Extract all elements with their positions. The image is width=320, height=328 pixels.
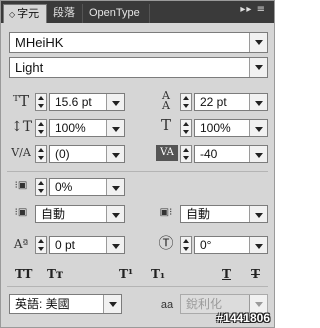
horizontal-scale-icon: T bbox=[160, 116, 171, 134]
divider bbox=[7, 286, 268, 287]
aki-right-select[interactable]: 自動 bbox=[180, 205, 268, 223]
small-caps-button[interactable]: Tт bbox=[47, 267, 63, 281]
chevron-down-icon[interactable] bbox=[103, 295, 121, 313]
chevron-down-icon[interactable] bbox=[106, 94, 124, 110]
subscript-button[interactable]: T₁ bbox=[151, 267, 165, 281]
chevron-down-icon[interactable] bbox=[249, 237, 267, 253]
tsume-field[interactable]: 0% bbox=[49, 178, 125, 196]
chevron-down-icon[interactable] bbox=[249, 58, 267, 77]
vertical-scale-stepper[interactable] bbox=[35, 119, 47, 137]
font-family-select[interactable]: MHeiHK bbox=[9, 32, 268, 53]
leading-stepper[interactable] bbox=[180, 93, 192, 111]
chevron-down-icon[interactable] bbox=[249, 206, 267, 222]
rotation-field[interactable]: 0° bbox=[194, 236, 268, 254]
baseline-shift-field[interactable]: 0 pt bbox=[49, 236, 125, 254]
chevron-down-icon[interactable] bbox=[106, 179, 124, 195]
rotation-icon: Ⓣ bbox=[158, 234, 174, 252]
baseline-shift-icon: Aª bbox=[13, 237, 29, 251]
aki-left-icon: ⁝▣ bbox=[14, 207, 28, 218]
collapse-arrows-icon: ◇ bbox=[9, 10, 16, 19]
vertical-scale-field[interactable]: 100% bbox=[49, 119, 125, 137]
language-select[interactable]: 英語: 美國 bbox=[9, 294, 122, 314]
tracking-stepper[interactable] bbox=[180, 145, 192, 163]
font-family-value: MHeiHK bbox=[15, 35, 64, 50]
tab-paragraph[interactable]: 段落 bbox=[48, 4, 83, 23]
tsume-stepper[interactable] bbox=[35, 178, 47, 196]
font-size-stepper[interactable] bbox=[35, 93, 47, 111]
horizontal-scale-stepper[interactable] bbox=[180, 119, 192, 137]
kerning-stepper[interactable] bbox=[35, 145, 47, 163]
chevron-down-icon[interactable] bbox=[106, 237, 124, 253]
all-caps-button[interactable]: TT bbox=[15, 267, 32, 281]
chevron-down-icon[interactable] bbox=[106, 120, 124, 136]
strikethrough-button[interactable]: T bbox=[251, 267, 260, 281]
aki-right-icon: ▣⁝ bbox=[159, 207, 173, 218]
font-style-value: Light bbox=[15, 60, 44, 75]
rotation-stepper[interactable] bbox=[180, 236, 192, 254]
tsume-icon: ⁝▣ bbox=[14, 180, 28, 191]
leading-icon: AA bbox=[162, 89, 170, 112]
watermark-text: #1441806 bbox=[216, 311, 270, 325]
chevron-down-icon[interactable] bbox=[249, 146, 267, 162]
font-style-select[interactable]: Light bbox=[9, 57, 268, 78]
superscript-button[interactable]: T¹ bbox=[119, 267, 133, 281]
horizontal-scale-field[interactable]: 100% bbox=[194, 119, 268, 137]
divider bbox=[7, 171, 268, 172]
kerning-field[interactable]: (0) bbox=[49, 145, 125, 163]
chevron-down-icon[interactable] bbox=[106, 206, 124, 222]
kerning-icon: V/A bbox=[11, 146, 31, 159]
aki-left-select[interactable]: 自動 bbox=[35, 205, 125, 223]
baseline-shift-stepper[interactable] bbox=[35, 236, 47, 254]
chevron-down-icon[interactable] bbox=[106, 146, 124, 162]
vertical-scale-icon: ↕T bbox=[11, 119, 33, 135]
tab-bar: ◇ 字元 段落 OpenType ▸▸ ≡ bbox=[1, 1, 274, 23]
chevron-down-icon[interactable] bbox=[249, 120, 267, 136]
tracking-icon: VA bbox=[156, 145, 178, 161]
font-size-field[interactable]: 15.6 pt bbox=[49, 93, 125, 111]
underline-button[interactable]: T bbox=[222, 267, 231, 281]
chevron-down-icon[interactable] bbox=[249, 94, 267, 110]
tab-character[interactable]: ◇ 字元 bbox=[3, 4, 47, 23]
tracking-field[interactable]: -40 bbox=[194, 145, 268, 163]
panel-menu-icon[interactable]: ▸▸ ≡ bbox=[240, 4, 266, 15]
character-panel: ◇ 字元 段落 OpenType ▸▸ ≡ MHeiHK Light ᵀT 15.… bbox=[0, 0, 275, 328]
font-size-icon: ᵀT bbox=[12, 92, 30, 110]
leading-field[interactable]: 22 pt bbox=[194, 93, 268, 111]
antialias-icon: aa bbox=[160, 299, 174, 311]
chevron-down-icon[interactable] bbox=[249, 33, 267, 52]
tab-opentype[interactable]: OpenType bbox=[84, 4, 150, 23]
